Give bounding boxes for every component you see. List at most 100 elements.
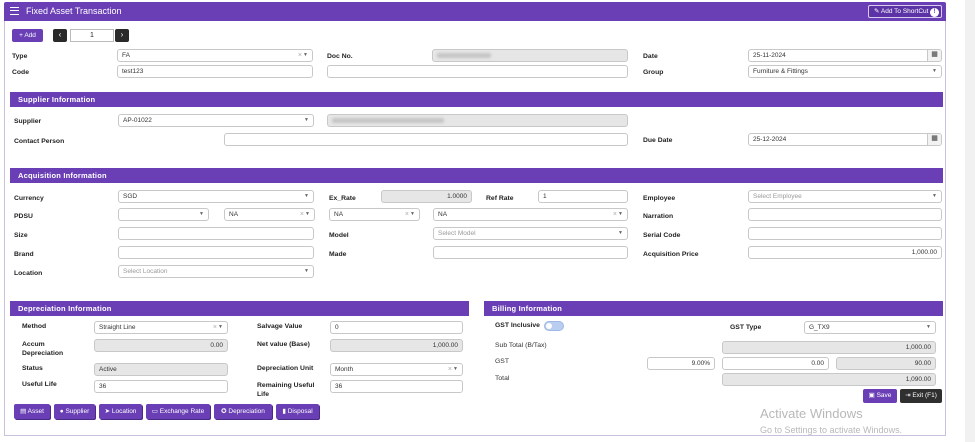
clear-icon[interactable]: ×: [448, 364, 452, 375]
title-bar: Fixed Asset Transaction ✎ Add To ShortCu…: [4, 2, 946, 21]
narration-field[interactable]: [748, 208, 942, 221]
serial-code-field[interactable]: [748, 227, 942, 240]
exchange-rate-button[interactable]: ▭ Exchange Rate: [146, 404, 210, 419]
prev-record-button[interactable]: ‹: [53, 29, 67, 42]
chevron-down-icon: ▼: [932, 68, 937, 74]
code-field[interactable]: test123: [117, 65, 313, 78]
accum-depreciation-label: Accum Depreciation: [22, 341, 64, 357]
contact-person-field[interactable]: [224, 133, 628, 146]
doc-description-field[interactable]: [327, 65, 628, 78]
na-select-3[interactable]: NA × ▼: [433, 208, 628, 221]
supplier-label: Supplier: [14, 118, 42, 125]
na-select-3-value: NA: [438, 211, 448, 218]
date-value: 25-11-2024: [753, 52, 786, 59]
record-number-field[interactable]: 1: [70, 29, 114, 42]
save-label: Save: [876, 392, 892, 399]
gst-inclusive-toggle[interactable]: [544, 321, 564, 331]
useful-life-field[interactable]: 36: [94, 380, 228, 393]
disposal-button[interactable]: ▮ Disposal: [276, 404, 319, 419]
na-select-1[interactable]: NA × ▼: [224, 208, 315, 221]
clear-icon[interactable]: ×: [298, 50, 302, 61]
depreciation-unit-select[interactable]: Month × ▼: [330, 363, 463, 376]
gst-amount-field[interactable]: 0.00: [722, 357, 829, 370]
employee-select[interactable]: Select Employee ▼: [748, 190, 942, 203]
doc-no-label: Doc No.: [327, 53, 353, 60]
supplier-value: AP-01022: [123, 117, 152, 124]
chevron-down-icon: ▼: [303, 52, 308, 58]
location-select[interactable]: Select Location ▼: [118, 265, 314, 278]
chevron-down-icon: ▼: [618, 230, 623, 236]
depreciation-button[interactable]: ✪ Depreciation: [214, 404, 272, 419]
total-label: Total: [495, 375, 510, 382]
gst-rate-field[interactable]: 9.00%: [647, 357, 715, 370]
clear-icon[interactable]: ×: [300, 209, 304, 220]
hamburger-menu-icon[interactable]: [10, 7, 19, 15]
made-field[interactable]: [433, 246, 628, 259]
remaining-useful-life-field[interactable]: 36: [330, 380, 463, 393]
add-button[interactable]: + Add: [12, 29, 43, 42]
money-icon: ▭: [151, 408, 160, 415]
depreciation-button-label: Depreciation: [228, 408, 265, 415]
gst-inclusive-label: GST Inclusive: [495, 322, 540, 329]
method-value: Straight Line: [99, 324, 136, 331]
add-to-shortcut-button[interactable]: ✎ Add To ShortCut !: [868, 5, 942, 18]
na-select-2[interactable]: NA × ▼: [329, 208, 420, 221]
group-select[interactable]: Furniture & Fittings ▼: [748, 65, 942, 78]
salvage-value-label: Salvage Value: [257, 323, 303, 330]
supplier-select[interactable]: AP-01022 ▼: [118, 114, 314, 127]
model-label: Model: [329, 232, 349, 239]
activate-windows-subtitle: Go to Settings to activate Windows.: [760, 425, 903, 435]
brand-label: Brand: [14, 251, 34, 258]
clear-icon[interactable]: ×: [213, 322, 217, 333]
gst-type-select[interactable]: G_TX9 ▼: [804, 321, 936, 334]
date-field[interactable]: 25-11-2024 ▦: [748, 49, 942, 62]
chevron-down-icon: ▼: [199, 211, 204, 217]
depreciation-section-header: Depreciation Information: [10, 301, 469, 316]
salvage-value-field[interactable]: 0: [330, 321, 463, 334]
location-button[interactable]: ➤ Location: [99, 404, 142, 419]
calendar-icon[interactable]: ▦: [927, 134, 941, 145]
na-select-1-value: NA: [229, 211, 239, 218]
clear-icon[interactable]: ×: [613, 209, 617, 220]
doc-no-field: [432, 49, 628, 62]
due-date-value: 25-12-2024: [753, 136, 787, 143]
exit-button[interactable]: ⇥ Exit (F1): [900, 389, 942, 403]
next-record-button[interactable]: ›: [115, 29, 129, 42]
vertical-scrollbar[interactable]: [965, 0, 975, 442]
acquisition-price-field[interactable]: 1,000.00: [748, 246, 942, 259]
clear-icon[interactable]: ×: [405, 209, 409, 220]
model-placeholder: Select Model: [438, 230, 476, 237]
gst-type-label: GST Type: [730, 324, 762, 331]
activate-windows-title: Activate Windows: [760, 406, 863, 421]
location-label: Location: [14, 270, 43, 277]
gst-type-value: G_TX9: [809, 324, 830, 331]
method-select[interactable]: Straight Line × ▼: [94, 321, 228, 334]
calendar-icon[interactable]: ▦: [927, 50, 941, 61]
ex-rate-field: 1.0000: [381, 190, 472, 203]
type-select[interactable]: FA × ▼: [117, 49, 313, 62]
asset-icon: ▤: [20, 408, 28, 415]
supplier-button[interactable]: ● Supplier: [54, 404, 95, 419]
redacted-doc-no: [437, 53, 491, 58]
info-icon[interactable]: !: [930, 7, 939, 17]
date-label: Date: [643, 53, 658, 60]
sub-total-label: Sub Total (B/Tax): [495, 342, 547, 349]
sub-total-field: 1,000.00: [722, 341, 936, 354]
brand-field[interactable]: [118, 246, 314, 259]
pdsu-select[interactable]: ▼: [118, 208, 209, 221]
asset-button[interactable]: ▤ Asset: [14, 404, 50, 419]
chevron-down-icon: ▼: [932, 193, 937, 199]
due-date-field[interactable]: 25-12-2024 ▦: [748, 133, 942, 146]
supplier-button-label: Supplier: [65, 408, 90, 415]
billing-section-header: Billing Information: [484, 301, 943, 316]
group-label: Group: [643, 69, 664, 76]
ref-rate-field[interactable]: 1: [538, 190, 628, 203]
currency-select[interactable]: SGD ▼: [118, 190, 314, 203]
model-select[interactable]: Select Model ▼: [433, 227, 628, 240]
save-button[interactable]: ▣ Save: [863, 389, 897, 403]
size-field[interactable]: [118, 227, 314, 240]
accum-depreciation-field: 0.00: [94, 339, 228, 352]
depreciation-unit-label: Depreciation Unit: [257, 365, 314, 372]
status-field: Active: [94, 363, 228, 376]
type-value: FA: [122, 52, 130, 59]
